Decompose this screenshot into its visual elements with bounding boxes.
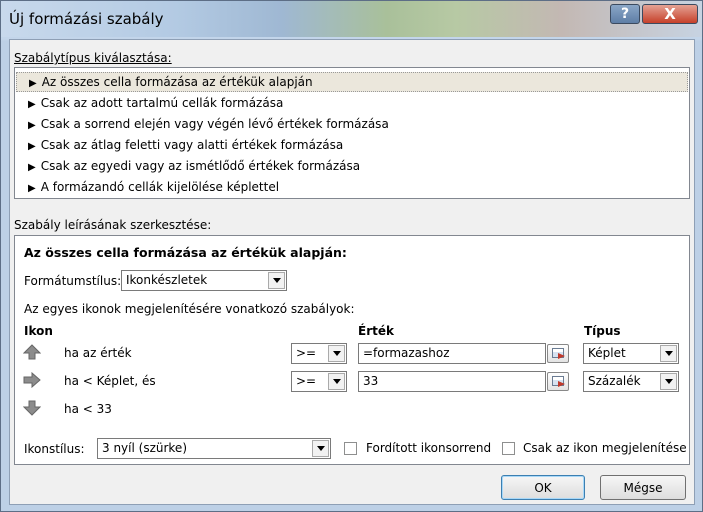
ruletype-item-5[interactable]: ▶ A formázandó cellák kijelölése képlette… — [16, 177, 688, 197]
rule-row-text: ha < Képlet, és — [64, 374, 156, 388]
operator-value: >= — [296, 346, 317, 360]
description-heading: Az összes cella formázása az értékük ala… — [24, 245, 347, 260]
ruletype-item-1[interactable]: ▶ Csak az adott tartalmú cellák formázása — [16, 93, 688, 113]
help-button[interactable]: ? — [610, 4, 640, 24]
operator-combo[interactable]: >= — [291, 343, 347, 364]
ruletype-list[interactable]: ▶ Az összes cella formázása az értékük al… — [14, 67, 690, 199]
value-input[interactable]: 33 — [358, 371, 546, 392]
ruletype-item-label: Csak az adott tartalmú cellák formázása — [40, 96, 284, 110]
ruletype-item-label: A formázandó cellák kijelölése képlettel — [40, 180, 280, 194]
reverse-order-checkbox[interactable] — [344, 442, 357, 455]
type-value: Képlet — [588, 346, 626, 360]
col-type-header: Típus — [584, 324, 621, 338]
ruletype-item-3[interactable]: ▶ Csak az átlag feletti vagy alatti érték… — [16, 135, 688, 155]
cancel-button[interactable]: Mégse — [600, 475, 686, 500]
triangle-icon: ▶ — [29, 78, 37, 89]
value-text: 33 — [363, 374, 379, 388]
type-value: Százalék — [588, 374, 641, 388]
type-combo[interactable]: Képlet — [583, 343, 679, 364]
chevron-down-icon[interactable] — [312, 440, 329, 457]
rule-row-text: ha az érték — [64, 346, 132, 360]
collapse-dialog-icon[interactable] — [547, 344, 569, 363]
triangle-icon: ▶ — [28, 120, 36, 131]
ruletype-item-label: Csak az egyedi vagy az ismétlődő értékek… — [40, 159, 361, 173]
icon-only-checkbox[interactable] — [502, 442, 515, 455]
icon-style-label: Ikonstílus: — [24, 442, 85, 456]
value-text: =formazashoz — [363, 346, 450, 360]
col-icon-header: Ikon — [24, 324, 53, 338]
reverse-order-label[interactable]: Fordított ikonsorrend — [366, 441, 491, 455]
ruletype-item-0[interactable]: ▶ Az összes cella formázása az értékük al… — [16, 72, 688, 92]
type-combo[interactable]: Százalék — [583, 371, 679, 392]
value-input[interactable]: =formazashoz — [358, 343, 546, 364]
close-button[interactable]: X — [642, 4, 698, 24]
arrow-right-icon[interactable] — [23, 372, 41, 388]
triangle-icon: ▶ — [28, 162, 36, 173]
ruletype-label: Szabálytípus kiválasztása: — [14, 51, 172, 65]
dialog-title: Új formázási szabály — [9, 10, 164, 28]
chevron-down-icon[interactable] — [660, 373, 677, 390]
ok-button[interactable]: OK — [501, 475, 585, 500]
format-style-label: Formátumstílus: — [24, 274, 122, 288]
icon-style-combo[interactable]: 3 nyíl (szürke) — [97, 438, 331, 459]
arrow-up-icon[interactable] — [23, 344, 41, 360]
triangle-icon: ▶ — [28, 183, 36, 194]
ruletype-label-text: Szabálytípus kiválasztása: — [14, 51, 172, 65]
description-panel: Az összes cella formázása az értékük ala… — [14, 235, 690, 465]
operator-value: >= — [296, 374, 317, 388]
icon-style-value: 3 nyíl (szürke) — [102, 441, 187, 455]
chevron-down-icon[interactable] — [660, 345, 677, 362]
chevron-down-icon[interactable] — [328, 373, 345, 390]
chevron-down-icon[interactable] — [328, 345, 345, 362]
dialog-body: Szabálytípus kiválasztása: ▶ Az összes ce… — [9, 39, 695, 505]
chevron-down-icon[interactable] — [268, 272, 285, 289]
ruletype-item-label: Az összes cella formázása az értékük ala… — [41, 75, 313, 89]
dialog-window: Új formázási szabály ? X Szabálytípus ki… — [0, 0, 703, 512]
ruletype-item-label: Csak a sorrend elején vagy végén lévő ér… — [40, 117, 389, 131]
collapse-dialog-icon[interactable] — [547, 372, 569, 391]
rule-row-text: ha < 33 — [64, 402, 112, 416]
arrow-down-icon[interactable] — [23, 400, 41, 416]
triangle-icon: ▶ — [28, 141, 36, 152]
format-style-combo[interactable]: Ikonkészletek — [121, 270, 287, 291]
title-bar[interactable]: Új formázási szabály ? X — [1, 1, 702, 37]
triangle-icon: ▶ — [28, 99, 36, 110]
icon-only-label[interactable]: Csak az ikon megjelenítése — [523, 441, 687, 455]
operator-combo[interactable]: >= — [291, 371, 347, 392]
col-value-header: Érték — [358, 324, 394, 338]
format-style-value: Ikonkészletek — [126, 273, 208, 287]
rules-caption: Az egyes ikonok megjelenítésére vonatkoz… — [24, 302, 355, 316]
ruletype-item-label: Csak az átlag feletti vagy alatti értéke… — [40, 138, 344, 152]
ruletype-item-2[interactable]: ▶ Csak a sorrend elején vagy végén lévő é… — [16, 114, 688, 134]
ruletype-item-4[interactable]: ▶ Csak az egyedi vagy az ismétlődő értéke… — [16, 156, 688, 176]
description-label: Szabály leírásának szerkesztése: — [14, 218, 212, 232]
